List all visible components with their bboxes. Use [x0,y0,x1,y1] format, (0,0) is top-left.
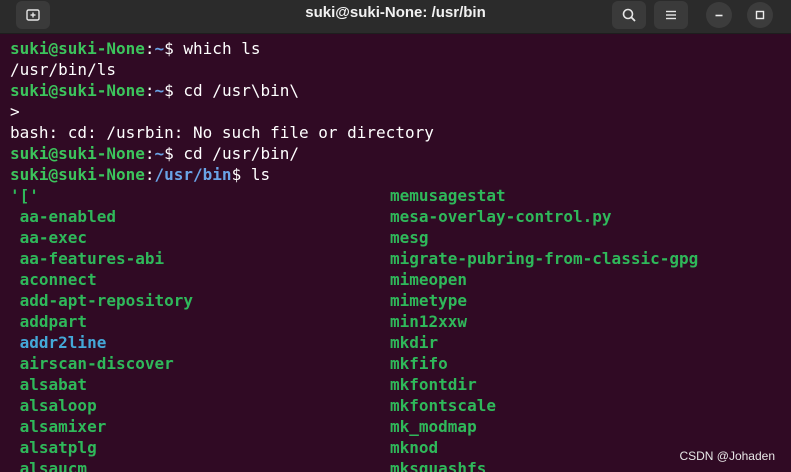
maximize-icon [755,10,765,20]
listing-item: add-apt-repository [10,291,194,310]
prompt-user: suki@suki-None [10,165,145,184]
title-bar: suki@suki-None: /usr/bin [0,0,791,34]
maximize-button[interactable] [747,2,773,28]
listing-item: mknod [390,438,439,457]
listing-item: addpart [10,312,88,331]
listing-item: mksquashfs [390,459,487,472]
listing-item: mkdir [390,333,439,352]
listing-item: mkfifo [390,354,448,373]
listing-item: memusagestat [390,186,506,205]
listing-item: mesa-overlay-control.py [390,207,612,226]
listing-item: aconnect [10,270,97,289]
search-icon [622,8,636,22]
listing-item: min12xxw [390,312,468,331]
search-button[interactable] [612,1,646,29]
prompt-separator: : [144,144,155,163]
terminal-line: suki@suki-None:~$ cd /usr\bin\ [10,80,299,101]
error-line: bash: cd: /usrbin: No such file or direc… [10,123,434,142]
prompt-path: ~ [154,81,165,100]
listing-item: alsaloop [10,396,97,415]
listing-item: alsatplg [10,438,97,457]
terminal-output[interactable]: suki@suki-None:~$ which ls /usr/bin/ls s… [0,34,791,472]
command-text: cd /usr/bin/ [183,144,299,163]
listing-item: aa-exec [10,228,88,247]
output-line: > [10,102,20,121]
terminal-line: suki@suki-None:~$ cd /usr/bin/ [10,143,299,164]
listing-item: mimeopen [390,270,468,289]
listing-item: alsaucm [10,459,88,472]
command-text: which ls [183,39,261,58]
new-tab-button[interactable] [16,1,50,29]
prompt-user: suki@suki-None [10,39,145,58]
terminal-line: suki@suki-None:~$ which ls [10,38,260,59]
listing-item: mesg [390,228,429,247]
prompt-user: suki@suki-None [10,144,145,163]
listing-item: aa-features-abi [10,249,165,268]
listing-item: mkfontscale [390,396,496,415]
terminal-line: suki@suki-None:/usr/bin$ ls [10,164,270,185]
new-tab-icon [26,9,40,21]
prompt-dollar: $ [164,144,184,163]
listing-item: mk_modmap [390,417,477,436]
listing-item: alsabat [10,375,88,394]
prompt-separator: : [144,39,155,58]
watermark: CSDN @Johaden [679,449,775,463]
listing-item: mimetype [390,291,468,310]
prompt-user: suki@suki-None [10,81,145,100]
listing-item: alsamixer [10,417,107,436]
prompt-dollar: $ [164,81,184,100]
command-text: cd /usr\bin\ [183,81,299,100]
menu-button[interactable] [654,1,688,29]
listing-item: addr2line [10,333,107,352]
prompt-separator: : [144,165,155,184]
listing-item: '[' [10,186,39,205]
output-line: /usr/bin/ls [10,60,116,79]
listing-item: aa-enabled [10,207,116,226]
command-text: ls [250,165,271,184]
listing-item: mkfontdir [390,375,477,394]
prompt-dollar: $ [164,39,184,58]
prompt-path: /usr/bin [154,165,232,184]
prompt-path: ~ [154,39,165,58]
prompt-path: ~ [154,144,165,163]
prompt-separator: : [144,81,155,100]
minimize-button[interactable] [706,2,732,28]
hamburger-menu-icon [666,10,676,20]
listing-item: airscan-discover [10,354,174,373]
prompt-dollar: $ [231,165,251,184]
listing-item: migrate-pubring-from-classic-gpg [390,249,699,268]
minimize-icon [715,14,723,17]
